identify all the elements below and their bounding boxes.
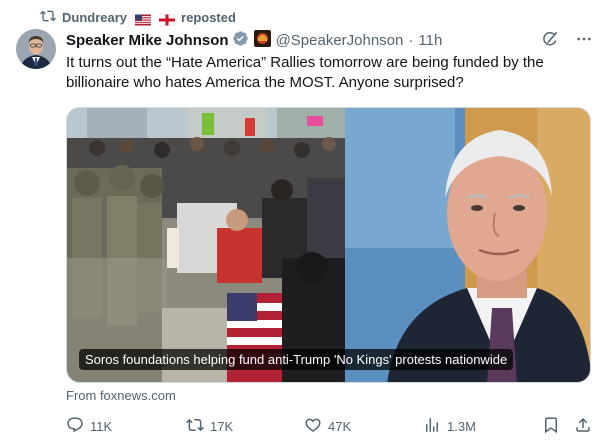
affiliation-seal-icon[interactable] [249,29,271,51]
repost-count: 17K [210,419,234,434]
repost-icon [186,416,204,437]
media-image[interactable] [67,108,591,383]
repost-header[interactable]: Dundreary reposted [40,8,236,26]
link-source[interactable]: From foxnews.com [66,388,176,403]
england-flag-icon [158,12,176,26]
repost-button[interactable]: 17K [186,416,233,437]
views-icon [423,416,441,437]
more-options-icon[interactable] [575,30,593,52]
author-handle[interactable]: @SpeakerJohnson [276,32,404,49]
us-flag-icon [135,12,152,25]
grok-icon[interactable] [541,30,559,52]
bookmark-button[interactable] [542,416,560,437]
heart-icon [304,416,322,437]
repost-icon [40,8,56,27]
repost-label: reposted [181,9,236,25]
bookmark-icon [542,416,560,437]
avatar[interactable] [16,29,56,69]
separator-dot: · [408,31,414,49]
views-button[interactable]: 1.3M [423,416,476,437]
tweet-time[interactable]: 11h [418,32,442,49]
reply-count: 11K [90,419,113,434]
tweet-text: It turns out the “Hate America” Rallies … [66,54,544,91]
action-bar: 11K 17K 47K 1.3M [66,416,593,438]
author-name[interactable]: Speaker Mike Johnson [66,32,229,49]
repost-user[interactable]: Dundreary [62,10,127,25]
verified-badge-icon[interactable] [229,30,249,51]
reply-button[interactable]: 11K [66,416,112,437]
like-button[interactable]: 47K [304,416,351,437]
like-count: 47K [328,419,352,434]
media-card[interactable]: Soros foundations helping fund anti-Trum… [66,107,591,383]
share-icon [574,416,592,437]
view-count: 1.3M [447,419,476,434]
share-button[interactable] [574,416,592,437]
media-caption: Soros foundations helping fund anti-Trum… [79,349,514,370]
reply-icon [66,416,84,437]
tweet-header: Speaker Mike Johnson @SpeakerJohnson · 1… [66,29,597,52]
